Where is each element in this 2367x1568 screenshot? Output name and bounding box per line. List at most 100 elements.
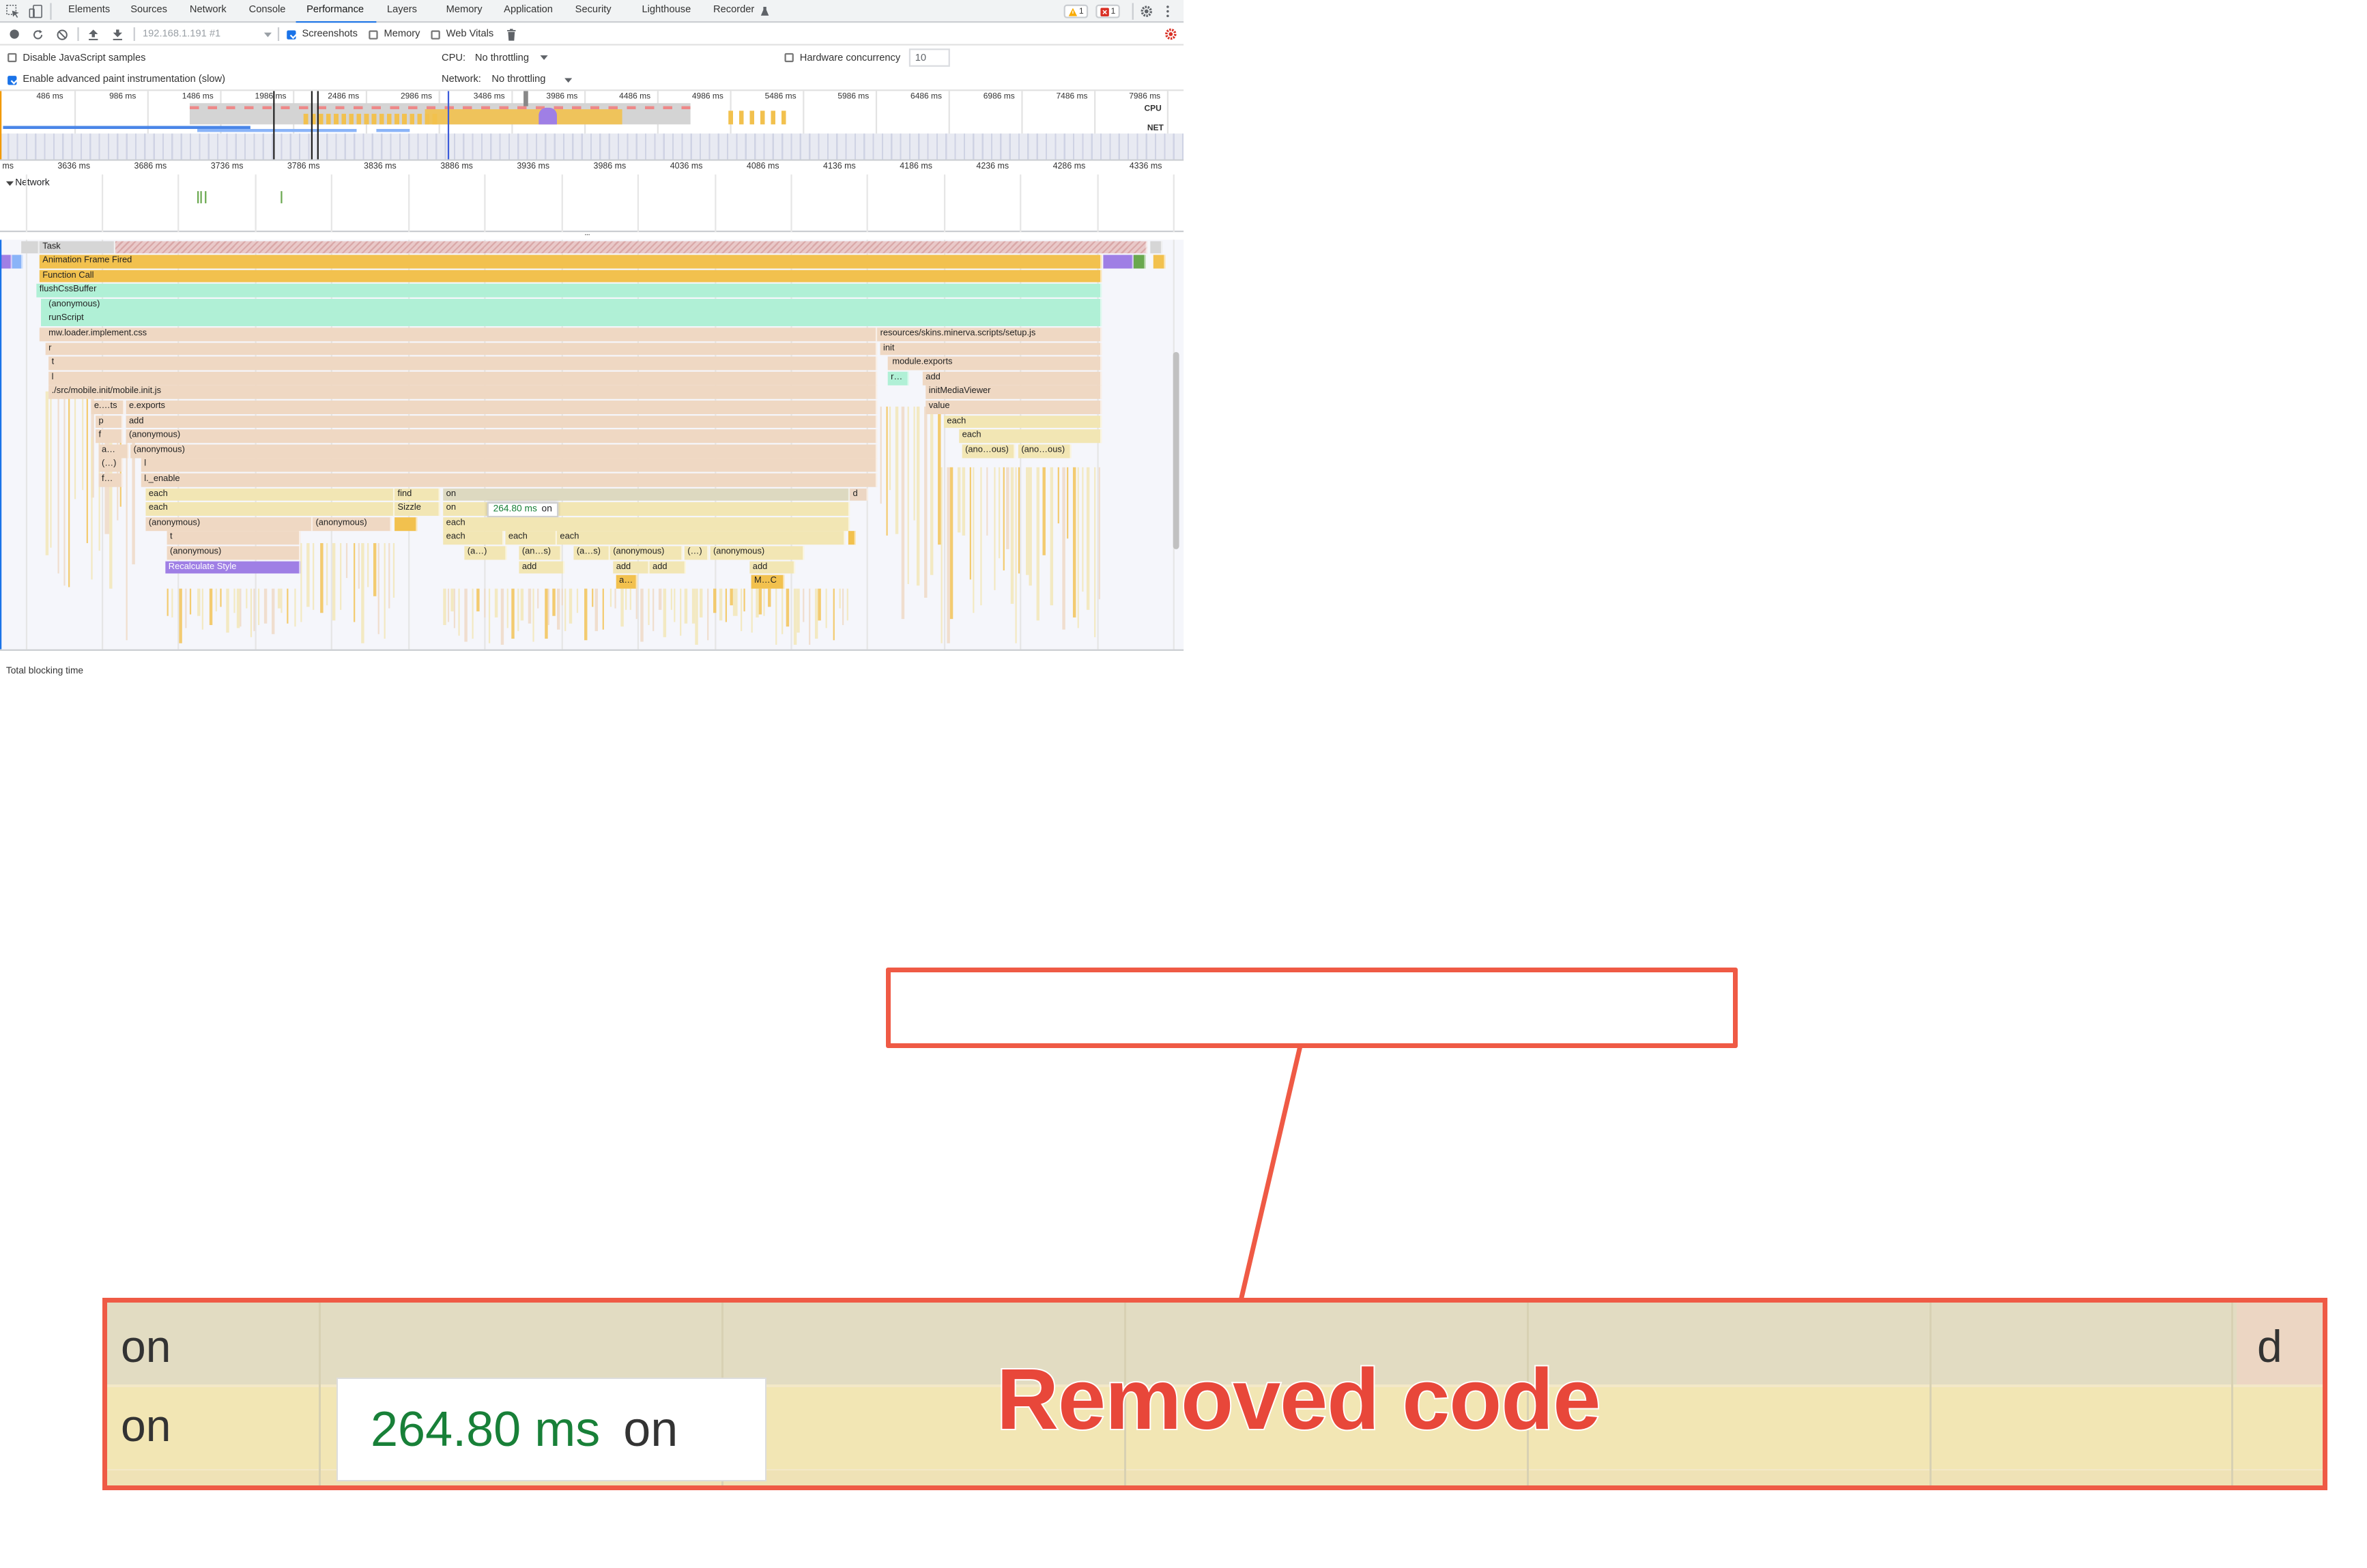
ano-ous-call[interactable]: (ano…ous): [962, 444, 1016, 458]
errors-badge[interactable]: 1: [1095, 4, 1121, 18]
hardware-concurrency-checkbox[interactable]: [784, 53, 794, 63]
enable-paint-checkbox[interactable]: [8, 75, 17, 85]
d-call[interactable]: d: [850, 488, 868, 502]
each-call[interactable]: each: [556, 532, 846, 545]
f-call[interactable]: f: [96, 429, 124, 444]
dropdown-arrow-icon[interactable]: [263, 29, 272, 40]
tab-elements[interactable]: Elements: [68, 5, 110, 16]
task-bar[interactable]: [21, 240, 40, 254]
selection-handle[interactable]: [523, 91, 528, 106]
record-icon[interactable]: [8, 27, 21, 41]
clear-icon[interactable]: [55, 27, 68, 41]
anonymous-call[interactable]: (anonymous): [313, 517, 392, 531]
more-options-icon[interactable]: [1164, 5, 1171, 18]
anonymous-call[interactable]: (anonymous): [126, 429, 878, 444]
l-call[interactable]: l: [48, 371, 878, 385]
vertical-scrollbar-thumb[interactable]: [1173, 351, 1179, 549]
tab-network[interactable]: Network: [190, 5, 227, 16]
tab-lighthouse[interactable]: Lighthouse: [642, 5, 691, 16]
scripting-event[interactable]: [394, 517, 418, 531]
p-call[interactable]: p: [96, 415, 124, 429]
recalculate-style[interactable]: Recalculate Style: [165, 560, 301, 575]
add-call[interactable]: add: [126, 415, 878, 429]
ets-call[interactable]: e.…ts: [91, 400, 125, 414]
download-profile-icon[interactable]: [111, 27, 124, 41]
rendering-event[interactable]: [1103, 255, 1134, 269]
a-short-call[interactable]: a…: [98, 444, 129, 458]
each-call[interactable]: each: [943, 415, 1102, 429]
network-dropdown-arrow-icon[interactable]: [563, 75, 572, 84]
add-call[interactable]: add: [922, 371, 1102, 385]
l-call[interactable]: l: [141, 459, 878, 472]
anonymous-call[interactable]: (anonymous): [710, 546, 805, 560]
task-bar[interactable]: [1150, 240, 1163, 254]
screenshots-checkbox[interactable]: [287, 29, 296, 39]
scripting-event[interactable]: [1153, 255, 1166, 269]
add-call[interactable]: add: [649, 560, 686, 575]
each-call[interactable]: each: [443, 532, 504, 545]
anonymous-call[interactable]: (anonymous): [145, 517, 313, 531]
capture-settings-gear-icon[interactable]: [1164, 27, 1177, 41]
init-call[interactable]: init: [880, 342, 1102, 356]
an-s-call[interactable]: (an…s): [519, 546, 562, 560]
device-toolbar-icon[interactable]: [29, 5, 42, 18]
paren-call[interactable]: (…): [98, 459, 124, 472]
cpu-dropdown-arrow-icon[interactable]: [539, 53, 547, 62]
t-call[interactable]: t: [48, 356, 878, 371]
each-call[interactable]: each: [505, 532, 557, 545]
network-track-label[interactable]: Network: [15, 177, 49, 188]
splitter-grip[interactable]: ...: [584, 229, 590, 238]
tab-memory[interactable]: Memory: [446, 5, 483, 16]
network-request[interactable]: [200, 191, 202, 203]
tab-console[interactable]: Console: [249, 5, 286, 16]
timeline-overview[interactable]: 486 ms 986 ms 1486 ms 1986 ms 2486 ms 2986 ms…: [0, 91, 1184, 161]
tab-layers[interactable]: Layers: [387, 5, 417, 16]
memory-checkbox[interactable]: [369, 29, 378, 39]
network-request[interactable]: [281, 191, 283, 203]
network-request[interactable]: [197, 191, 199, 203]
init-media-viewer[interactable]: initMediaViewer: [926, 386, 1102, 400]
add-call[interactable]: add: [749, 560, 796, 575]
anonymous-call[interactable]: (anonymous): [130, 444, 878, 458]
mobile-init-js[interactable]: ./src/mobile.init/mobile.init.js: [48, 386, 878, 400]
on-call-selected[interactable]: on: [443, 488, 850, 502]
tab-application[interactable]: Application: [504, 5, 553, 16]
web-vitals-checkbox[interactable]: [431, 29, 440, 39]
animation-frame-fired[interactable]: Animation Frame Fired: [39, 255, 1102, 269]
rendering-event[interactable]: [0, 255, 12, 269]
flush-css-buffer[interactable]: flushCssBuffer: [36, 284, 1102, 297]
disable-js-samples-checkbox[interactable]: [8, 53, 17, 63]
tab-recorder[interactable]: Recorder: [713, 5, 754, 16]
r-short-call[interactable]: r…: [887, 371, 909, 385]
e-exports-call[interactable]: e.exports: [126, 400, 878, 414]
each-call[interactable]: each: [145, 502, 395, 516]
upload-profile-icon[interactable]: [87, 27, 100, 41]
find-call[interactable]: find: [394, 488, 440, 502]
profile-select[interactable]: 192.168.1.191 #1: [143, 29, 220, 40]
tab-sources[interactable]: Sources: [130, 5, 167, 16]
inspect-element-icon[interactable]: [6, 5, 20, 18]
function-call[interactable]: Function Call: [39, 269, 1102, 283]
trash-icon[interactable]: [504, 27, 517, 41]
add-call[interactable]: add: [613, 560, 650, 575]
ano-ous-call[interactable]: (ano…ous): [1018, 444, 1072, 458]
cpu-throttle-select[interactable]: No throttling: [475, 53, 529, 63]
painting-event[interactable]: [1133, 255, 1146, 269]
anonymous-call[interactable]: (anonymous): [41, 298, 1102, 313]
each-call[interactable]: each: [443, 517, 850, 531]
anonymous-call[interactable]: (anonymous): [609, 546, 683, 560]
m-c-call[interactable]: M…C: [751, 575, 785, 589]
setup-js[interactable]: resources/skins.minerva.scripts/setup.js: [877, 328, 1102, 341]
l-enable-call[interactable]: l._enable: [141, 473, 878, 487]
t-call[interactable]: t: [167, 532, 301, 545]
add-call[interactable]: add: [519, 560, 565, 575]
tab-performance[interactable]: Performance: [306, 5, 364, 16]
rendering-event[interactable]: [12, 255, 23, 269]
value-call[interactable]: value: [926, 400, 1102, 414]
network-request[interactable]: [205, 191, 206, 203]
each-call[interactable]: each: [145, 488, 395, 502]
f-short-call[interactable]: f…: [98, 473, 124, 487]
a-ellipsis-call[interactable]: (a…): [464, 546, 507, 560]
anonymous-call[interactable]: (anonymous): [167, 546, 301, 560]
settings-gear-icon[interactable]: [1140, 5, 1153, 18]
